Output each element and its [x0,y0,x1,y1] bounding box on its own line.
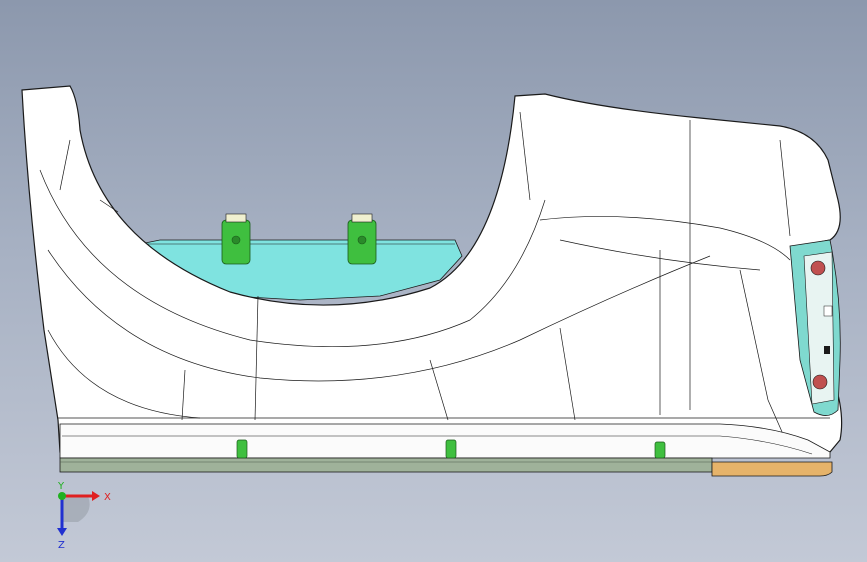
end-cap [711,461,833,477]
end-grommet-top [810,260,826,276]
y-axis-dot [58,492,66,500]
axis-triad: X Y Z [48,481,118,552]
z-arrowhead [57,528,67,536]
cad-model[interactable] [0,0,867,562]
base-strip [59,457,713,473]
end-tab [823,305,833,317]
z-axis-label: Z [58,540,65,551]
lower-flange [59,423,831,459]
end-tab-lower [824,346,830,354]
triad-shadow [62,496,90,522]
tray-clip-right [347,213,377,265]
3d-viewport[interactable]: X Y Z [0,0,867,562]
flange-clip-3 [654,441,666,459]
flange-clip-2 [445,439,457,459]
y-axis-label: Y [57,482,65,492]
tray-clip-left [221,213,251,265]
end-grommet-bottom [812,374,828,390]
x-arrowhead [92,491,100,501]
x-axis-label: X [104,492,111,503]
flange-clip-1 [236,439,248,459]
